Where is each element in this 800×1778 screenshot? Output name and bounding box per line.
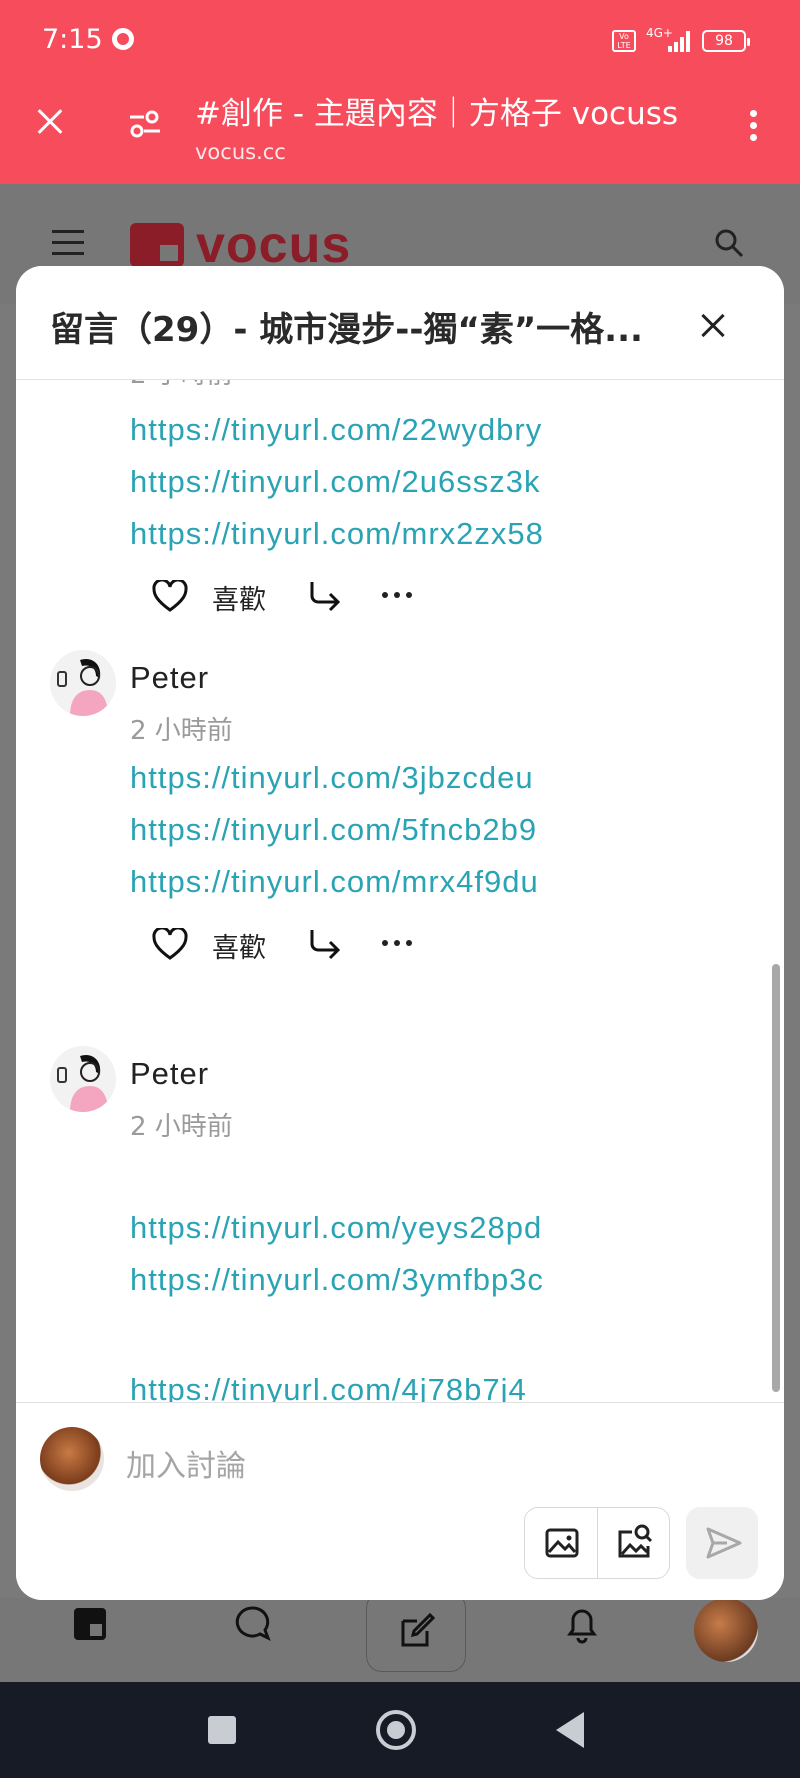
comment-link[interactable]: https://tinyurl.com/4j78b7j4 xyxy=(130,1372,527,1402)
notification-icon[interactable] xyxy=(562,1604,602,1644)
modal-title: 留言（29）- 城市漫步--獨“素”一格... xyxy=(50,310,643,350)
like-button[interactable]: 喜歡 xyxy=(152,922,282,966)
scrollbar[interactable] xyxy=(772,964,780,1392)
menu-icon[interactable] xyxy=(52,230,84,256)
site-logo[interactable]: vocus xyxy=(130,216,351,274)
image-upload-icon[interactable] xyxy=(525,1508,598,1578)
compose-nav-button[interactable] xyxy=(366,1592,466,1672)
modal-header: 留言（29）- 城市漫步--獨“素”一格... xyxy=(16,266,784,380)
commenter-avatar[interactable] xyxy=(50,650,116,716)
status-bar: 7:15 Vo LTE 4G+ 98 xyxy=(0,0,800,80)
heart-icon xyxy=(152,580,188,612)
avatar-illustration-icon xyxy=(50,1046,116,1112)
comment-link[interactable]: https://tinyurl.com/2u6ssz3k xyxy=(130,464,541,500)
overflow-menu-icon[interactable] xyxy=(744,106,762,146)
comment-list[interactable]: 2 小時前 https://tinyurl.com/22wydbry https… xyxy=(16,380,784,1402)
home-nav-icon[interactable] xyxy=(70,1604,110,1644)
send-icon[interactable] xyxy=(686,1507,758,1579)
discussion-nav-icon[interactable] xyxy=(232,1604,272,1644)
like-label: 喜歡 xyxy=(212,585,266,616)
profile-avatar[interactable] xyxy=(694,1598,758,1662)
page-url[interactable]: vocus.cc xyxy=(195,140,286,164)
browser-toolbar: 7:15 Vo LTE 4G+ 98 #創作 - 主題內容｜方格子 vocuss… xyxy=(0,0,800,184)
avatar-illustration-icon xyxy=(50,650,116,716)
search-icon[interactable] xyxy=(714,228,744,258)
comment-composer: 加入討論 xyxy=(16,1402,784,1600)
logo-mark-icon xyxy=(130,223,184,267)
signal-icon xyxy=(668,30,692,52)
my-avatar xyxy=(40,1427,104,1491)
more-icon[interactable] xyxy=(378,580,418,610)
page-title: #創作 - 主題內容｜方格子 vocuss xyxy=(195,96,679,132)
commenter-name[interactable]: Peter xyxy=(130,1056,209,1092)
comment-link[interactable]: https://tinyurl.com/mrx4f9du xyxy=(130,864,539,900)
comment-time: 2 小時前 xyxy=(130,380,233,391)
comment-link[interactable]: https://tinyurl.com/mrx2zx58 xyxy=(130,516,544,552)
comment-link[interactable]: https://tinyurl.com/3ymfbp3c xyxy=(130,1262,544,1298)
like-label: 喜歡 xyxy=(212,933,266,964)
image-search-icon[interactable] xyxy=(598,1508,671,1578)
commenter-avatar[interactable] xyxy=(50,1046,116,1112)
site-settings-icon[interactable] xyxy=(128,110,162,138)
heart-icon xyxy=(152,928,188,960)
battery-icon: 98 xyxy=(702,30,750,52)
close-icon[interactable] xyxy=(694,306,734,346)
commenter-name[interactable]: Peter xyxy=(130,660,209,696)
more-icon[interactable] xyxy=(378,928,418,958)
comment-link[interactable]: https://tinyurl.com/yeys28pd xyxy=(130,1210,542,1246)
chrome-notification-icon xyxy=(112,28,134,50)
edit-icon xyxy=(401,1612,436,1647)
close-tab-icon[interactable] xyxy=(30,102,70,142)
comment-link[interactable]: https://tinyurl.com/3jbzcdeu xyxy=(130,760,534,796)
comment-time: 2 小時前 xyxy=(130,716,233,746)
status-time: 7:15 xyxy=(42,24,103,55)
volte-icon: Vo LTE xyxy=(612,30,636,52)
comments-modal: 留言（29）- 城市漫步--獨“素”一格... 2 小時前 https://ti… xyxy=(16,266,784,1600)
comment-input[interactable]: 加入討論 xyxy=(126,1441,246,1485)
comment-link[interactable]: https://tinyurl.com/22wydbry xyxy=(130,412,542,448)
home-icon[interactable] xyxy=(376,1710,416,1750)
reply-icon[interactable] xyxy=(306,578,342,614)
comment-link[interactable]: https://tinyurl.com/5fncb2b9 xyxy=(130,812,537,848)
comment-time: 2 小時前 xyxy=(130,1112,233,1142)
like-button[interactable]: 喜歡 xyxy=(152,574,282,618)
attachment-tools xyxy=(524,1507,670,1579)
back-icon[interactable] xyxy=(556,1712,584,1748)
recents-icon[interactable] xyxy=(208,1716,236,1744)
reply-icon[interactable] xyxy=(306,926,342,962)
